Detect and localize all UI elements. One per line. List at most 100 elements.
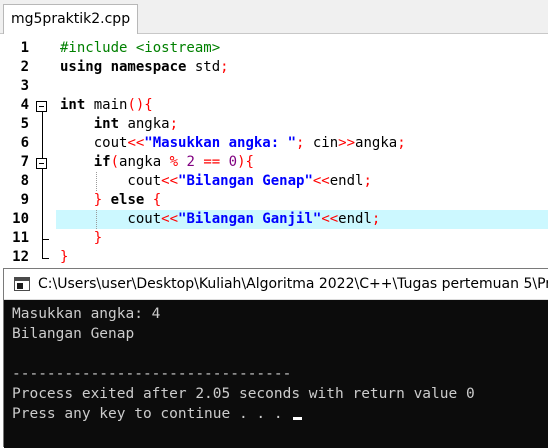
code-text: using namespace std; <box>60 58 229 77</box>
console-line: Masukkan angka: 4 <box>12 306 161 322</box>
code-text: cout<<"Masukkan angka: "; cin>>angka; <box>60 134 406 153</box>
tab-label: mg5praktik2.cpp <box>11 11 131 27</box>
code-text: cout<<"Bilangan Ganjil"<<endl; <box>60 210 380 229</box>
line-number: 2 <box>20 59 29 75</box>
code-line[interactable]: 11 } <box>0 229 548 248</box>
code-text: int angka; <box>60 115 178 134</box>
code-token: #include <iostream> <box>60 40 221 56</box>
code-token: cin <box>304 135 339 151</box>
code-token: main <box>85 97 128 113</box>
line-number: 3 <box>20 78 29 94</box>
console-output[interactable]: Masukkan angka: 4 Bilangan Genap ---------… <box>4 300 548 448</box>
editor-tab-bar: mg5praktik2.cpp <box>0 0 548 34</box>
code-token: ; <box>363 173 372 189</box>
line-gutter: 7 <box>0 153 56 172</box>
code-token: } <box>60 249 69 265</box>
code-token: << <box>161 211 179 227</box>
code-token: << <box>312 173 330 189</box>
line-number: 11 <box>12 230 29 246</box>
line-number: 12 <box>12 249 29 265</box>
line-number: 5 <box>20 116 29 132</box>
console-window-icon[interactable] <box>14 277 30 291</box>
code-token: ; <box>169 116 179 132</box>
tab-mg5praktik2[interactable]: mg5praktik2.cpp <box>3 4 139 34</box>
code-token: { <box>152 192 162 208</box>
code-token: } <box>93 230 103 246</box>
console-window[interactable]: C:\Users\user\Desktop\Kuliah\Algoritma 2… <box>3 268 548 448</box>
line-number: 6 <box>20 135 29 151</box>
code-text: if(angka % 2 == 0){ <box>60 153 254 172</box>
code-token: cout <box>60 211 162 227</box>
code-line[interactable]: 3 <box>0 77 548 96</box>
code-line[interactable]: 5 int angka; <box>0 115 548 134</box>
code-token: (){ <box>127 97 153 113</box>
code-token: endl <box>329 173 364 189</box>
code-token: if <box>93 154 111 170</box>
code-line[interactable]: 4 int main(){ <box>0 96 548 115</box>
console-title-bar[interactable]: C:\Users\user\Desktop\Kuliah\Algoritma 2… <box>4 269 548 300</box>
code-text: cout<<"Bilangan Genap"<<endl; <box>60 172 372 191</box>
code-token: "Bilangan Genap" <box>178 173 313 189</box>
code-token: angka <box>355 135 398 151</box>
console-line: Process exited after 2.05 seconds with r… <box>12 386 475 402</box>
code-token: << <box>127 135 145 151</box>
code-token: "Bilangan Ganjil" <box>178 211 322 227</box>
code-token: 2 <box>186 154 195 170</box>
code-token: % <box>169 154 179 170</box>
code-line[interactable]: 9 } else { <box>0 191 548 210</box>
code-line[interactable]: 10 cout<<"Bilangan Ganjil"<<endl; <box>0 210 548 229</box>
line-gutter: 6 <box>0 134 56 153</box>
code-editor[interactable]: 1 #include <iostream> 2 using namespace std… <box>0 34 548 268</box>
line-gutter: 2 <box>0 58 56 77</box>
code-token: ; <box>397 135 406 151</box>
line-gutter: 9 <box>0 191 56 210</box>
console-cursor <box>293 417 303 420</box>
fold-end-marker <box>42 257 49 259</box>
code-line[interactable]: 6 cout<<"Masukkan angka: "; cin>>angka; <box>0 134 548 153</box>
line-number: 10 <box>12 211 29 227</box>
line-number: 4 <box>20 97 29 113</box>
code-token: ( <box>110 154 120 170</box>
code-token: ; <box>220 59 229 75</box>
code-line[interactable]: 7 if(angka % 2 == 0){ <box>0 153 548 172</box>
code-token: std <box>186 59 221 75</box>
code-token: endl <box>338 211 372 227</box>
console-title: C:\Users\user\Desktop\Kuliah\Algoritma 2… <box>38 276 548 292</box>
line-number: 7 <box>20 154 29 170</box>
code-line[interactable]: 1 #include <iostream> <box>0 39 548 58</box>
console-line: -------------------------------- <box>12 366 292 382</box>
line-gutter: 5 <box>0 115 56 134</box>
code-text: } <box>60 229 102 248</box>
code-token: int <box>60 97 86 113</box>
line-gutter: 4 <box>0 96 56 115</box>
code-token: "Masukkan angka: " <box>144 135 297 151</box>
code-line[interactable]: 8 cout<<"Bilangan Genap"<<endl; <box>0 172 548 191</box>
line-gutter: 1 <box>0 39 56 58</box>
code-token: << <box>321 211 339 227</box>
code-token: angka <box>119 154 170 170</box>
line-gutter: 10 <box>0 210 56 229</box>
line-number: 8 <box>20 173 29 189</box>
code-text: #include <iostream> <box>60 39 220 58</box>
code-token: int <box>93 116 120 132</box>
code-token: ; <box>371 211 381 227</box>
console-line: Bilangan Genap <box>12 326 135 342</box>
code-token: << <box>161 173 179 189</box>
code-token: cout <box>60 173 162 189</box>
code-text: } <box>60 248 68 267</box>
fold-collapse-icon[interactable] <box>36 100 47 112</box>
indent-guide <box>96 210 97 229</box>
fold-collapse-icon[interactable] <box>36 157 47 169</box>
line-gutter: 3 <box>0 77 56 96</box>
fold-end-marker <box>42 238 49 240</box>
code-token: else <box>110 192 145 208</box>
code-token: == <box>203 154 221 170</box>
code-token: using namespace <box>60 59 187 75</box>
code-line[interactable]: 12} <box>0 248 548 267</box>
code-line[interactable]: 2 using namespace std; <box>0 58 548 77</box>
fold-guide <box>42 110 43 258</box>
